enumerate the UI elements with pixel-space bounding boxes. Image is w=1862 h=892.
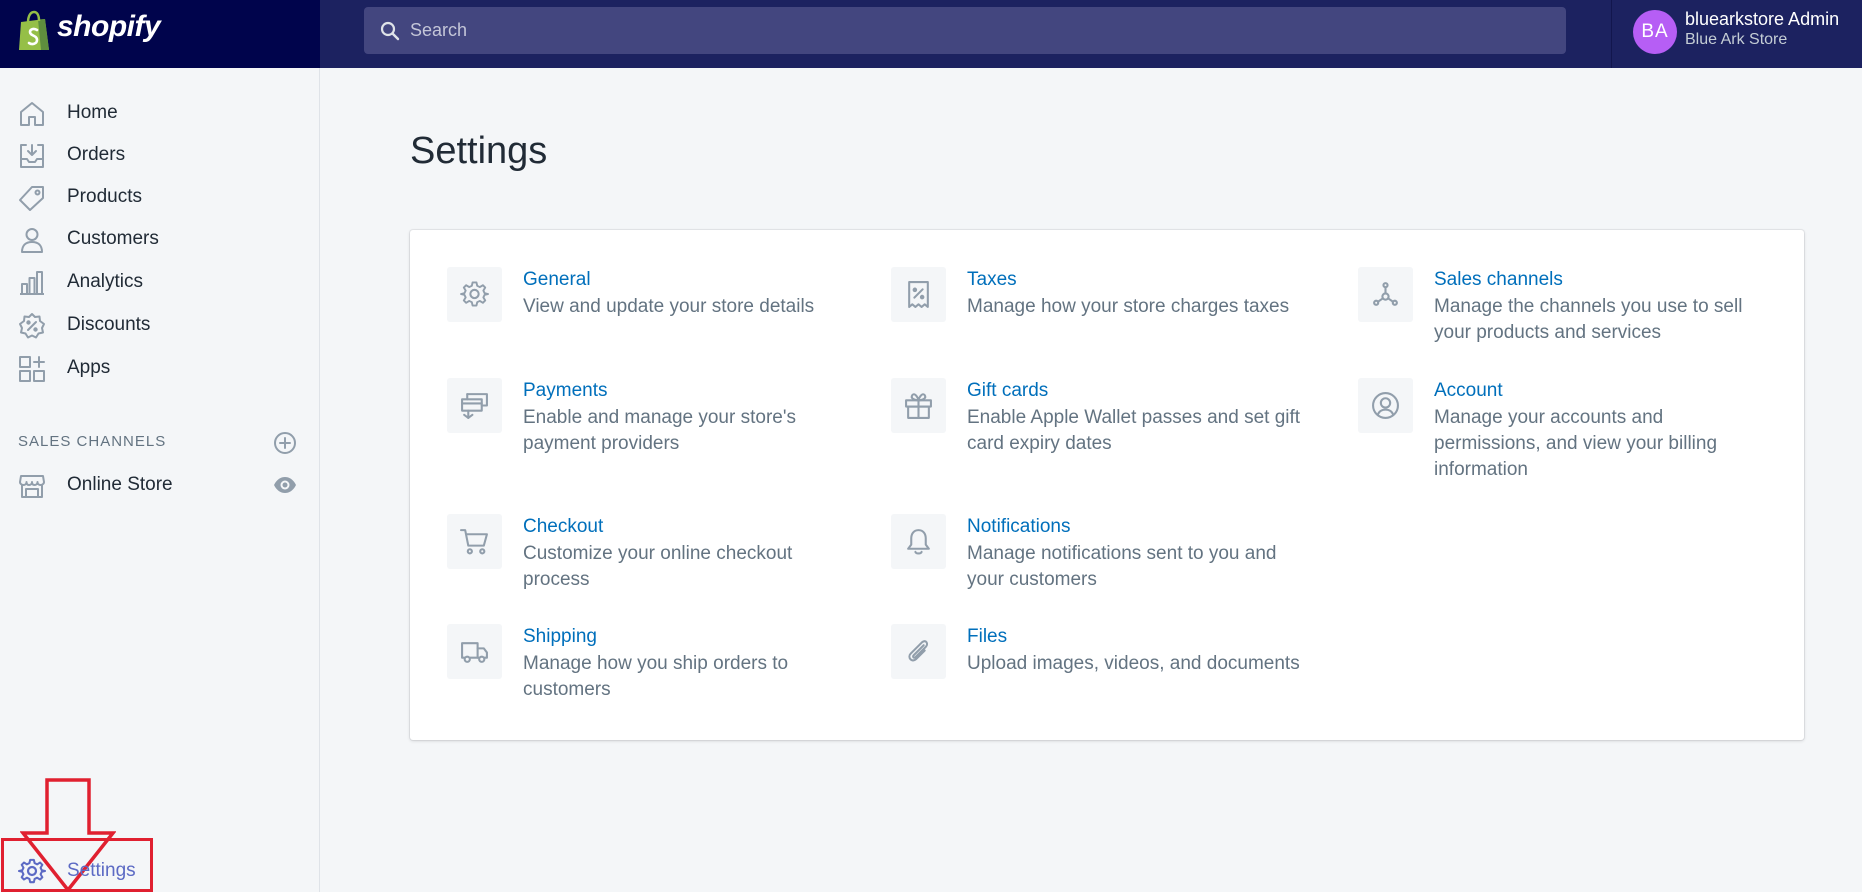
page-title: Settings bbox=[410, 130, 548, 172]
settings-item-description: Enable Apple Wallet passes and set gift … bbox=[967, 407, 1301, 454]
settings-item-description: Upload images, videos, and documents bbox=[967, 653, 1300, 674]
gear-icon bbox=[18, 858, 46, 884]
settings-item-files[interactable]: Files Upload images, videos, and documen… bbox=[891, 624, 1311, 684]
bell-icon bbox=[907, 529, 930, 555]
settings-item-title[interactable]: Taxes bbox=[967, 269, 1017, 291]
settings-item-title[interactable]: Shipping bbox=[523, 626, 597, 648]
sidebar-item-customers[interactable]: Customers bbox=[0, 218, 319, 258]
settings-item-shipping[interactable]: Shipping Manage how you ship orders to c… bbox=[447, 624, 847, 704]
search-input[interactable] bbox=[410, 7, 1550, 54]
user-menu[interactable]: BA bluearkstore Admin Blue Ark Store bbox=[1612, 0, 1862, 68]
sidebar-item-orders[interactable]: Orders bbox=[0, 134, 319, 174]
apps-icon bbox=[19, 356, 45, 382]
gift-icon bbox=[905, 393, 932, 419]
sidebar-item-label: Settings bbox=[67, 860, 136, 881]
sidebar-item-products[interactable]: Products bbox=[0, 176, 319, 216]
settings-item-title[interactable]: Gift cards bbox=[967, 380, 1048, 402]
sales-channels-heading: SALES CHANNELS bbox=[18, 433, 167, 450]
store-icon bbox=[19, 475, 45, 498]
store-name: Blue Ark Store bbox=[1685, 31, 1788, 48]
icon-box bbox=[891, 267, 946, 322]
settings-item-description: View and update your store details bbox=[523, 296, 815, 317]
icon-box bbox=[447, 378, 502, 433]
icon-box bbox=[1358, 378, 1413, 433]
icon-box bbox=[447, 514, 502, 569]
truck-icon bbox=[461, 642, 488, 663]
settings-card: General View and update your store detai… bbox=[410, 230, 1804, 740]
sidebar-item-online-store[interactable]: Online Store bbox=[0, 464, 319, 504]
settings-item-sales-channels[interactable]: Sales channels Manage the channels you u… bbox=[1358, 267, 1778, 347]
add-channel-icon[interactable] bbox=[273, 431, 297, 455]
sidebar-item-label: Orders bbox=[67, 144, 126, 165]
cart-icon bbox=[460, 529, 488, 555]
settings-item-description: Enable and manage your store's payment p… bbox=[523, 407, 796, 454]
account-icon bbox=[1372, 392, 1399, 419]
settings-item-title[interactable]: Notifications bbox=[967, 516, 1071, 538]
search-bar[interactable] bbox=[364, 7, 1566, 54]
icon-box bbox=[891, 378, 946, 433]
settings-item-payments[interactable]: Payments Enable and manage your store's … bbox=[447, 378, 847, 458]
settings-item-description: Manage notifications sent to you and you… bbox=[967, 543, 1277, 590]
sidebar-item-label: Discounts bbox=[67, 314, 151, 335]
settings-item-description: Manage how you ship orders to customers bbox=[523, 653, 789, 700]
home-icon bbox=[20, 102, 44, 126]
settings-item-title[interactable]: General bbox=[523, 269, 591, 291]
sidebar-item-apps[interactable]: Apps bbox=[0, 347, 319, 387]
sidebar-item-label: Customers bbox=[67, 228, 159, 249]
user-name: bluearkstore Admin bbox=[1685, 9, 1840, 29]
person-icon bbox=[21, 228, 43, 253]
sidebar-item-discounts[interactable]: Discounts bbox=[0, 304, 319, 344]
gear-icon bbox=[460, 281, 489, 307]
sidebar-item-analytics[interactable]: Analytics bbox=[0, 261, 319, 301]
paperclip-icon bbox=[908, 640, 929, 662]
settings-item-description: Customize your online checkout process bbox=[523, 543, 793, 590]
sidebar: Home Orders Products Customers Analytics bbox=[0, 68, 320, 892]
settings-item-checkout[interactable]: Checkout Customize your online checkout … bbox=[447, 514, 847, 594]
settings-item-gift-cards[interactable]: Gift cards Enable Apple Wallet passes an… bbox=[891, 378, 1311, 458]
shopify-bag-icon bbox=[19, 10, 49, 50]
sidebar-item-settings[interactable]: Settings bbox=[0, 850, 319, 890]
sidebar-item-label: Online Store bbox=[67, 474, 173, 495]
brand-wordmark: shopify bbox=[57, 10, 161, 43]
settings-item-title[interactable]: Sales channels bbox=[1434, 269, 1563, 291]
icon-box bbox=[891, 514, 946, 569]
search-icon bbox=[380, 21, 400, 41]
settings-item-title[interactable]: Files bbox=[967, 626, 1007, 648]
sidebar-item-label: Apps bbox=[67, 357, 111, 378]
sidebar-item-home[interactable]: Home bbox=[0, 92, 319, 132]
icon-box bbox=[447, 624, 502, 679]
settings-item-taxes[interactable]: Taxes Manage how your store charges taxe… bbox=[891, 267, 1311, 327]
avatar[interactable]: BA bbox=[1633, 10, 1677, 54]
orders-icon bbox=[20, 144, 44, 168]
settings-item-title[interactable]: Account bbox=[1434, 380, 1503, 402]
settings-item-description: Manage the channels you use to sell your… bbox=[1434, 296, 1743, 343]
settings-item-title[interactable]: Checkout bbox=[523, 516, 603, 538]
settings-item-general[interactable]: General View and update your store detai… bbox=[447, 267, 847, 327]
receipt-icon bbox=[908, 281, 929, 308]
eye-icon[interactable] bbox=[273, 473, 297, 497]
tag-icon bbox=[19, 186, 44, 211]
top-bar: shopify BA bluearkstore Admin Blue Ark S… bbox=[0, 0, 1862, 68]
sidebar-item-label: Products bbox=[67, 186, 142, 207]
channels-icon bbox=[1373, 282, 1398, 306]
icon-box bbox=[891, 624, 946, 679]
settings-item-description: Manage your accounts and permissions, an… bbox=[1434, 407, 1718, 480]
sidebar-item-label: Analytics bbox=[67, 271, 144, 292]
discount-icon bbox=[19, 313, 45, 339]
icon-box bbox=[447, 267, 502, 322]
settings-item-account[interactable]: Account Manage your accounts and permiss… bbox=[1358, 378, 1778, 483]
settings-item-title[interactable]: Payments bbox=[523, 380, 607, 402]
icon-box bbox=[1358, 267, 1413, 322]
settings-item-description: Manage how your store charges taxes bbox=[967, 296, 1290, 317]
settings-item-notifications[interactable]: Notifications Manage notifications sent … bbox=[891, 514, 1311, 594]
logo[interactable]: shopify bbox=[0, 0, 320, 68]
payments-icon bbox=[461, 393, 488, 419]
sidebar-item-label: Home bbox=[67, 102, 118, 123]
bar-chart-icon bbox=[20, 271, 44, 295]
